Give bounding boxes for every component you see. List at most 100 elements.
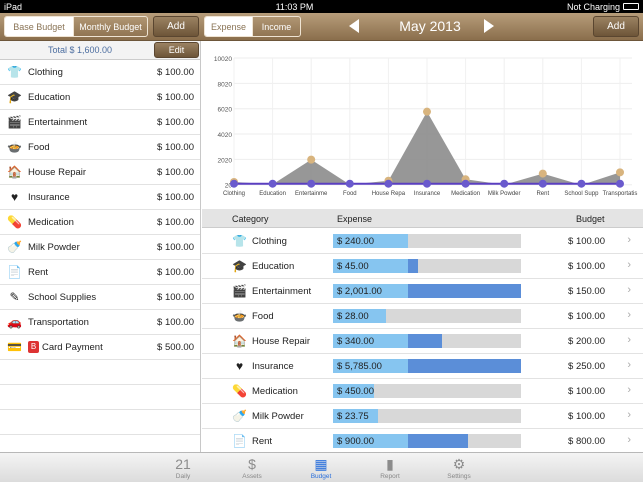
- table-row[interactable]: 🎓 Education $ 45.00 $ 100.00 ›: [202, 254, 643, 279]
- clock: 11:03 PM: [275, 1, 314, 12]
- expense-bar: $ 450.00: [333, 384, 521, 398]
- budget-list-item[interactable]: 🚗 Transportation $ 100.00: [0, 310, 200, 335]
- item-amount: $ 100.00: [157, 317, 194, 328]
- budget-point: [577, 179, 586, 188]
- table-row[interactable]: 📄 Rent $ 900.00 $ 800.00 ›: [202, 429, 643, 454]
- tab-bar: 21 Daily $ Assets ▦ Budget ▮ Report ⚙ Settin…: [0, 452, 643, 482]
- budget-list-item[interactable]: ♥ Insurance $ 100.00: [0, 185, 200, 210]
- x-tick-label: School Supp: [564, 191, 599, 197]
- budget-list-item[interactable]: 🎬 Entertainment $ 100.00: [0, 110, 200, 135]
- food-icon: 🍲: [7, 140, 22, 154]
- chevron-right-icon[interactable]: ›: [627, 309, 631, 321]
- expense-value: $ 240.00: [337, 236, 374, 247]
- add-budget-button[interactable]: Add: [153, 16, 199, 37]
- edit-button[interactable]: Edit: [154, 42, 199, 58]
- tab-report[interactable]: ▮ Report: [365, 455, 415, 480]
- table-row[interactable]: 🍼 Milk Powder $ 23.75 $ 100.00 ›: [202, 404, 643, 429]
- expense-income-segmented: Expense Income: [204, 16, 301, 37]
- prev-month-arrow-icon[interactable]: [349, 19, 359, 33]
- empty-row: [0, 410, 200, 435]
- budget-list-item[interactable]: 🍲 Food $ 100.00: [0, 135, 200, 160]
- budget-value: $ 800.00: [568, 436, 605, 447]
- chevron-right-icon[interactable]: ›: [627, 384, 631, 396]
- total-row: Total $ 1,600.00 Edit: [0, 41, 200, 60]
- budget-point: [538, 179, 547, 188]
- insurance-icon: ♥: [235, 359, 244, 373]
- x-tick-label: Clothing: [223, 191, 245, 197]
- table-row[interactable]: 🏠 House Repair $ 340.00 $ 200.00 ›: [202, 329, 643, 354]
- total-label: Total $ 1,600.00: [48, 45, 113, 55]
- tab-label: Daily: [175, 473, 191, 480]
- expense-point: [307, 155, 316, 164]
- expense-bar: $ 240.00: [333, 234, 521, 248]
- chevron-right-icon[interactable]: ›: [627, 234, 631, 246]
- tab-daily[interactable]: 21 Daily: [158, 455, 208, 480]
- budget-list-item[interactable]: 📄 Rent $ 100.00: [0, 260, 200, 285]
- item-amount: $ 100.00: [157, 142, 194, 153]
- budget-point: [423, 179, 431, 188]
- base-budget-segment[interactable]: Base Budget: [5, 17, 74, 36]
- budget-value: $ 100.00: [568, 311, 605, 322]
- item-label: Rent: [28, 267, 49, 278]
- item-amount: $ 100.00: [157, 117, 194, 128]
- budget-list-pane: Total $ 1,600.00 Edit 👕 Clothing $ 100.0…: [0, 41, 201, 460]
- table-row[interactable]: 👕 Clothing $ 240.00 $ 100.00 ›: [202, 229, 643, 254]
- item-label: Card Payment: [42, 342, 103, 353]
- calculator-icon: ▦: [314, 456, 328, 472]
- device-label: iPad: [4, 1, 23, 12]
- expense-value: $ 45.00: [337, 261, 369, 272]
- income-segment[interactable]: Income: [252, 17, 300, 36]
- food-icon: 🍲: [232, 309, 247, 323]
- expense-value: $ 340.00: [337, 336, 374, 347]
- item-label: Entertainment: [28, 117, 88, 128]
- report-icon: ▮: [386, 456, 394, 472]
- row-category: Medication: [252, 386, 298, 397]
- y-tick-label: 2020: [218, 157, 233, 164]
- x-tick-label: Medication: [451, 191, 480, 197]
- budget-header: Budget: [576, 214, 605, 224]
- row-category: Rent: [252, 436, 273, 447]
- chevron-right-icon[interactable]: ›: [627, 284, 631, 296]
- budget-list-item[interactable]: 🎓 Education $ 100.00: [0, 85, 200, 110]
- house-repair-icon: 🏠: [232, 334, 247, 348]
- table-row[interactable]: ♥ Insurance $ 5,785.00 $ 250.00 ›: [202, 354, 643, 379]
- expense-chart: 10020802060204020202020Clothing Education…: [202, 41, 643, 208]
- budget-value: $ 100.00: [568, 261, 605, 272]
- chevron-right-icon[interactable]: ›: [627, 359, 631, 371]
- x-tick-label: Transportatis: [603, 191, 638, 197]
- settings-icon: ⚙: [452, 456, 466, 472]
- tab-budget[interactable]: ▦ Budget: [296, 455, 346, 480]
- item-label: Milk Powder: [28, 242, 80, 253]
- row-category: House Repair: [252, 336, 311, 347]
- budget-list-item[interactable]: 🍼 Milk Powder $ 100.00: [0, 235, 200, 260]
- expense-bar: $ 900.00: [333, 434, 521, 448]
- expense-segment[interactable]: Expense: [205, 17, 252, 36]
- expense-header: Expense: [337, 214, 373, 224]
- budget-point: [345, 179, 354, 188]
- x-tick-label: Entertainme: [295, 191, 328, 197]
- budget-list-item[interactable]: ✎ School Supplies $ 100.00: [0, 285, 200, 310]
- budget-list-item[interactable]: 🏠 House Repair $ 100.00: [0, 160, 200, 185]
- chevron-right-icon[interactable]: ›: [627, 334, 631, 346]
- table-row[interactable]: 🎬 Entertainment $ 2,001.00 $ 150.00 ›: [202, 279, 643, 304]
- medication-icon: 💊: [7, 215, 22, 229]
- expense-bar: $ 45.00: [333, 259, 521, 273]
- entertainment-icon: 🎬: [7, 115, 22, 129]
- budget-list-item[interactable]: 💳 B Card Payment $ 500.00: [0, 335, 200, 360]
- chevron-right-icon[interactable]: ›: [627, 409, 631, 421]
- budget-value: $ 150.00: [568, 286, 605, 297]
- budget-list-item[interactable]: 👕 Clothing $ 100.00: [0, 60, 200, 85]
- row-category: Milk Powder: [252, 411, 304, 422]
- table-row[interactable]: 🍲 Food $ 28.00 $ 100.00 ›: [202, 304, 643, 329]
- add-expense-button[interactable]: Add: [593, 16, 639, 37]
- tab-label: Report: [380, 473, 400, 480]
- milk-powder-icon: 🍼: [7, 240, 22, 254]
- chevron-right-icon[interactable]: ›: [627, 434, 631, 446]
- tab-settings[interactable]: ⚙ Settings: [434, 455, 484, 480]
- table-row[interactable]: 💊 Medication $ 450.00 $ 100.00 ›: [202, 379, 643, 404]
- chevron-right-icon[interactable]: ›: [627, 259, 631, 271]
- monthly-budget-segment[interactable]: Monthly Budget: [73, 17, 147, 36]
- budget-list-item[interactable]: 💊 Medication $ 100.00: [0, 210, 200, 235]
- next-month-arrow-icon[interactable]: [484, 19, 494, 33]
- tab-assets[interactable]: $ Assets: [227, 455, 277, 480]
